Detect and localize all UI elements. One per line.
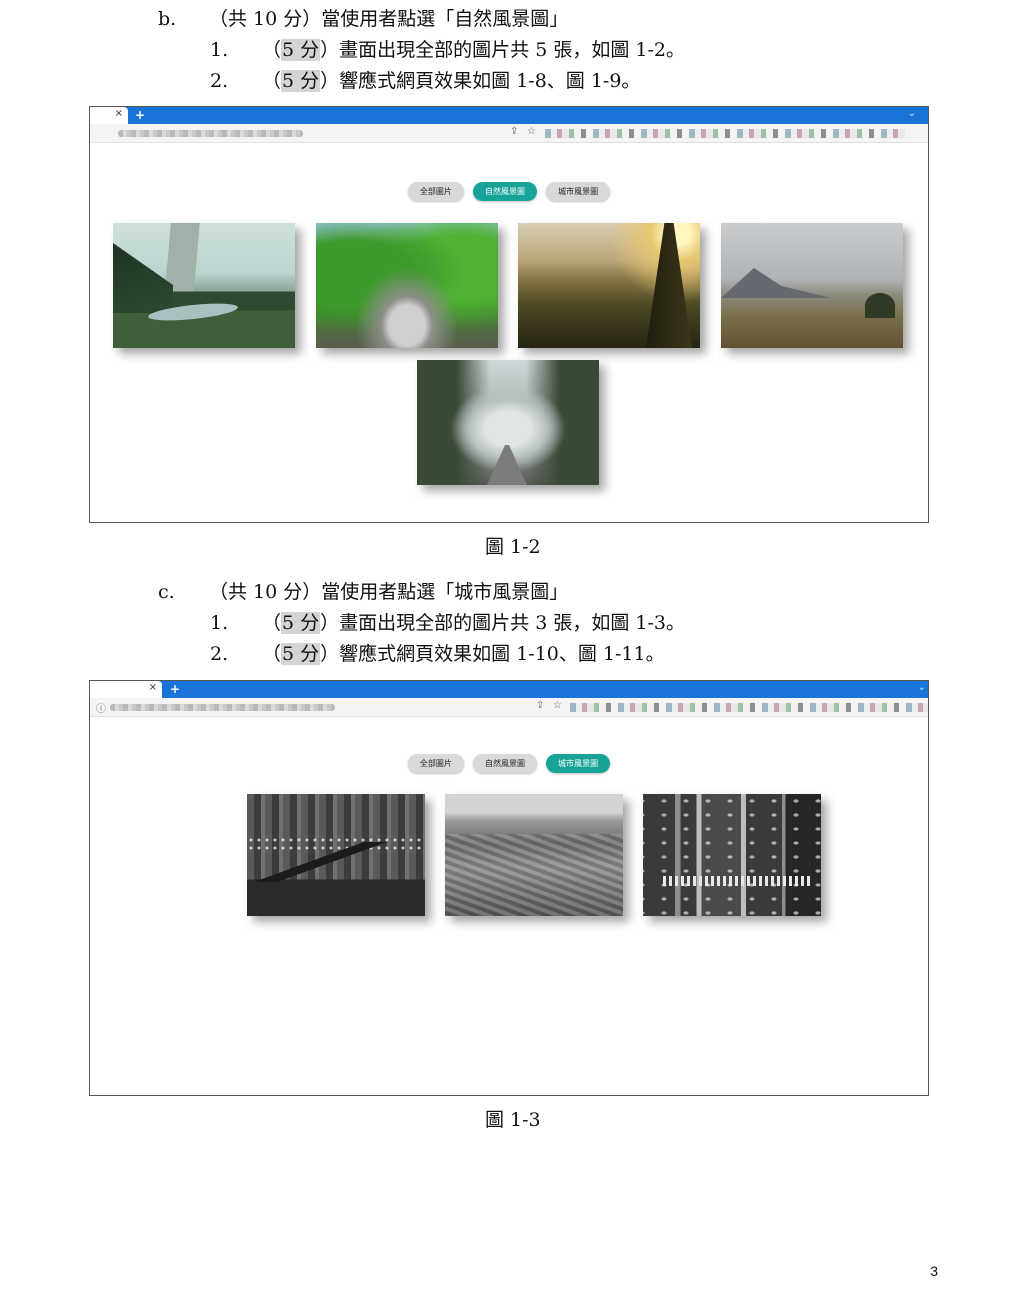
filter-nature-button[interactable]: 自然風景圖 bbox=[473, 754, 537, 773]
filter-city-button[interactable]: 城市風景圖 bbox=[546, 754, 611, 773]
item-description: ）響應式網頁效果如圖 1-10、圖 1-11。 bbox=[320, 643, 665, 665]
close-tab-icon[interactable]: × bbox=[149, 682, 157, 693]
section-c-item-1: 1. （5 分）畫面出現全部的圖片共 3 張，如圖 1-3。 bbox=[210, 611, 685, 635]
item-description: ）畫面出現全部的圖片共 3 張，如圖 1-3。 bbox=[320, 612, 685, 634]
item-text: （5 分）畫面出現全部的圖片共 3 張，如圖 1-3。 bbox=[262, 611, 685, 635]
page-number: 3 bbox=[930, 1263, 938, 1279]
address-bar[interactable]: ⇪ ☆ bbox=[90, 124, 928, 143]
section-c-label: c. bbox=[158, 581, 175, 603]
gallery-image-bridge-night[interactable] bbox=[247, 794, 425, 916]
item-text: （5 分）響應式網頁效果如圖 1-8、圖 1-9。 bbox=[262, 69, 640, 93]
figure-caption-1-3: 圖 1-3 bbox=[485, 1109, 541, 1131]
new-tab-icon[interactable]: + bbox=[170, 682, 180, 696]
filter-bar: 全部圖片 自然風景圖 城市風景圖 bbox=[90, 179, 928, 201]
section-c-text: （共 10 分）當使用者點選「城市風景圖」 bbox=[209, 580, 568, 604]
paren-open: （ bbox=[262, 70, 282, 92]
blurred-extensions bbox=[570, 703, 928, 712]
section-c-item-2: 2. （5 分）響應式網頁效果如圖 1-10、圖 1-11。 bbox=[210, 642, 665, 666]
browser-tab[interactable]: × bbox=[90, 681, 162, 698]
points-highlight: 5 分 bbox=[281, 612, 321, 634]
paren-open: （ bbox=[262, 39, 282, 61]
filter-city-button[interactable]: 城市風景圖 bbox=[546, 182, 611, 201]
section-b-text-before: （共 10 分）當使用者點選「 bbox=[209, 8, 455, 30]
item-text: （5 分）響應式網頁效果如圖 1-10、圖 1-11。 bbox=[262, 642, 665, 666]
star-icon[interactable]: ☆ bbox=[527, 126, 536, 137]
item-description: ）畫面出現全部的圖片共 5 張，如圖 1-2。 bbox=[320, 39, 685, 61]
paren-open: （ bbox=[262, 643, 282, 665]
section-c-text-before: （共 10 分）當使用者點選「 bbox=[209, 581, 455, 603]
address-bar[interactable]: ⓘ ⇪ ☆ bbox=[90, 698, 928, 717]
section-b-text: （共 10 分）當使用者點選「自然風景圖」 bbox=[209, 7, 568, 31]
item-number: 1. bbox=[210, 612, 229, 634]
paren-open: （ bbox=[262, 612, 282, 634]
chevron-down-icon[interactable]: ⌄ bbox=[908, 108, 916, 119]
browser-screenshot-city: × + ⌄ ⓘ ⇪ ☆ 全部圖片 自然風景圖 城市風景圖 bbox=[89, 680, 929, 1096]
section-b-category: 自然風景圖 bbox=[454, 8, 550, 30]
browser-tab[interactable]: × bbox=[90, 107, 128, 124]
gallery-image-mountain-meadow[interactable] bbox=[721, 223, 903, 348]
section-b-text-after: 」 bbox=[549, 8, 569, 30]
chevron-down-icon[interactable]: ⌄ bbox=[918, 682, 926, 693]
filter-bar: 全部圖片 自然風景圖 城市風景圖 bbox=[90, 751, 928, 773]
item-number: 2. bbox=[210, 70, 229, 92]
figure-caption-1-2: 圖 1-2 bbox=[485, 536, 541, 558]
tab-bar: × + ⌄ bbox=[90, 681, 928, 698]
gallery-image-green-river[interactable] bbox=[316, 223, 498, 348]
filter-nature-button[interactable]: 自然風景圖 bbox=[473, 182, 537, 201]
gallery-image-foggy-lake[interactable] bbox=[113, 223, 295, 348]
gallery-image-sunset-forest[interactable] bbox=[518, 223, 700, 348]
section-b-item-2: 2. （5 分）響應式網頁效果如圖 1-8、圖 1-9。 bbox=[210, 69, 640, 93]
share-icon[interactable]: ⇪ bbox=[510, 126, 518, 137]
tab-bar: × + ⌄ bbox=[90, 107, 928, 124]
info-icon[interactable]: ⓘ bbox=[96, 700, 106, 715]
filter-all-button[interactable]: 全部圖片 bbox=[407, 182, 464, 201]
filter-all-button[interactable]: 全部圖片 bbox=[407, 754, 464, 773]
item-number: 1. bbox=[210, 39, 229, 61]
section-b-item-1: 1. （5 分）畫面出現全部的圖片共 5 張，如圖 1-2。 bbox=[210, 38, 685, 62]
blurred-url[interactable] bbox=[110, 704, 335, 711]
item-number: 2. bbox=[210, 643, 229, 665]
section-b-heading: b. （共 10 分）當使用者點選「自然風景圖」 bbox=[158, 7, 568, 31]
section-c-category: 城市風景圖 bbox=[454, 581, 550, 603]
gallery-image-traffic-road[interactable] bbox=[643, 794, 821, 916]
blurred-extensions bbox=[545, 129, 905, 138]
item-description: ）響應式網頁效果如圖 1-8、圖 1-9。 bbox=[320, 70, 641, 92]
points-highlight: 5 分 bbox=[281, 70, 321, 92]
blurred-url[interactable] bbox=[118, 130, 303, 137]
points-highlight: 5 分 bbox=[281, 643, 321, 665]
points-highlight: 5 分 bbox=[281, 39, 321, 61]
section-c-text-after: 」 bbox=[549, 581, 569, 603]
section-c-heading: c. （共 10 分）當使用者點選「城市風景圖」 bbox=[158, 580, 568, 604]
gallery-image-old-town[interactable] bbox=[445, 794, 623, 916]
share-icon[interactable]: ⇪ bbox=[536, 700, 544, 711]
item-text: （5 分）畫面出現全部的圖片共 5 張，如圖 1-2。 bbox=[262, 38, 685, 62]
browser-screenshot-nature: × + ⌄ ⇪ ☆ 全部圖片 自然風景圖 城市風景圖 bbox=[89, 106, 929, 523]
section-b-label: b. bbox=[158, 8, 177, 30]
close-tab-icon[interactable]: × bbox=[115, 108, 123, 119]
star-icon[interactable]: ☆ bbox=[553, 700, 562, 711]
gallery-image-misty-road[interactable] bbox=[417, 360, 599, 485]
new-tab-icon[interactable]: + bbox=[135, 108, 145, 122]
